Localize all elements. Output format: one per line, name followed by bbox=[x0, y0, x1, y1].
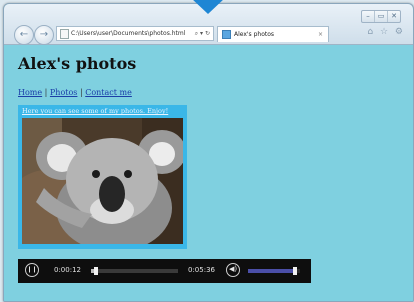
window-controls: – ▭ ✕ bbox=[361, 10, 401, 23]
page-content: Alex's photos Home | Photos | Contact me… bbox=[4, 45, 413, 301]
maximize-button[interactable]: ▭ bbox=[375, 11, 388, 22]
photo-caption: Here you can see some of my photos. Enjo… bbox=[22, 107, 169, 115]
video-player: ❙❙ 0:00:12 0:05:36 ◀) bbox=[18, 259, 311, 283]
nav-link-photos[interactable]: Photos bbox=[50, 88, 78, 97]
address-text: C:\Users\user\Documents\photos.html bbox=[71, 30, 186, 37]
volume-icon[interactable]: ◀) bbox=[226, 263, 240, 277]
page-icon bbox=[60, 28, 69, 39]
photo-frame: Here you can see some of my photos. Enjo… bbox=[18, 105, 187, 249]
tab-label: Alex's photos bbox=[234, 31, 275, 38]
volume-slider[interactable] bbox=[248, 267, 300, 275]
nav-link-home[interactable]: Home bbox=[18, 88, 42, 97]
seek-bar[interactable] bbox=[91, 267, 178, 275]
koala-photo bbox=[22, 118, 183, 244]
nav-link-contact[interactable]: Contact me bbox=[85, 88, 132, 97]
page-title: Alex's photos bbox=[18, 54, 137, 73]
forward-icon[interactable]: → bbox=[34, 25, 54, 45]
toolbar-icons[interactable]: ⌂ ☆ ⚙ bbox=[367, 27, 405, 37]
tab-close-icon[interactable]: × bbox=[318, 27, 323, 42]
current-time: 0:00:12 bbox=[54, 266, 81, 274]
volume-handle[interactable] bbox=[293, 267, 298, 275]
close-window-button[interactable]: ✕ bbox=[388, 11, 400, 22]
nav-separator: | bbox=[44, 88, 48, 97]
duration: 0:05:36 bbox=[188, 266, 215, 274]
seek-handle[interactable] bbox=[94, 267, 99, 275]
address-controls[interactable]: ⌕ ▾ ↻ bbox=[195, 27, 210, 40]
nav-separator: | bbox=[79, 88, 83, 97]
nav-links: Home | Photos | Contact me bbox=[18, 88, 132, 97]
minimize-button[interactable]: – bbox=[362, 11, 375, 22]
browser-window: – ▭ ✕ ← → C:\Users\user\Documents\photos… bbox=[3, 3, 414, 302]
koala-illustration bbox=[22, 118, 183, 244]
address-bar[interactable]: C:\Users\user\Documents\photos.html ⌕ ▾ … bbox=[56, 26, 214, 41]
play-pause-icon[interactable]: ❙❙ bbox=[25, 263, 39, 277]
back-icon[interactable]: ← bbox=[14, 25, 34, 45]
favicon-icon bbox=[222, 30, 231, 39]
volume-level bbox=[248, 269, 298, 273]
tab-alexs-photos[interactable]: Alex's photos × bbox=[217, 26, 329, 42]
